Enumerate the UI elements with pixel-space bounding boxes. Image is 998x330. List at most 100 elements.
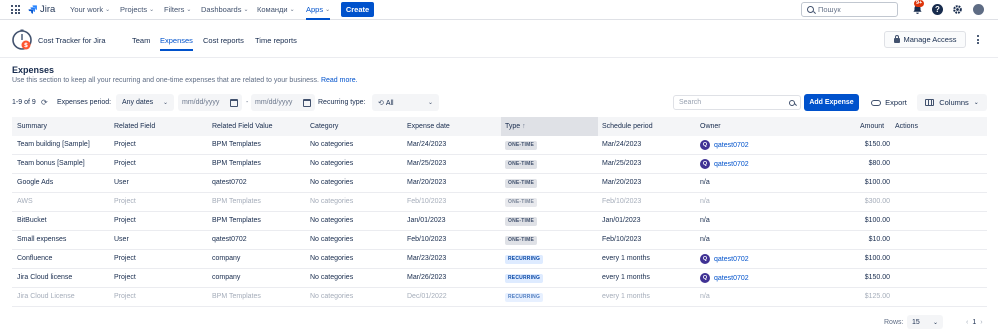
table-row[interactable]: BitBucket Project BPM Templates No categori…: [12, 212, 987, 231]
cell-owner[interactable]: Qqatest0702: [700, 254, 749, 264]
nav-projects[interactable]: Projects ⌄: [120, 5, 154, 14]
table-row[interactable]: Confluence Project company No categories Mar…: [12, 250, 987, 269]
user-avatar[interactable]: [973, 4, 984, 15]
app-switcher-icon[interactable]: [11, 5, 20, 14]
cell-schedule-period: every 1 months: [602, 255, 650, 262]
read-more-link[interactable]: Read more.: [321, 77, 358, 84]
header-actions: Actions: [895, 123, 918, 130]
svg-text:$: $: [24, 42, 28, 49]
table-row[interactable]: Jira Cloud License Project BPM Templates No…: [12, 288, 987, 307]
next-page-icon[interactable]: ›: [980, 319, 982, 326]
more-options-icon[interactable]: [972, 32, 984, 47]
header-amount[interactable]: Amount: [860, 123, 884, 130]
owner-name: qatest0702: [714, 160, 749, 168]
table-row[interactable]: Jira Cloud license Project company No categ…: [12, 269, 987, 288]
settings-gear-icon[interactable]: [952, 4, 963, 15]
expenses-table: Summary Related Field Related Field Valu…: [12, 117, 987, 307]
jira-logo[interactable]: Jira: [28, 4, 55, 15]
table-row[interactable]: Team bonus [Sample] Project BPM Templates N…: [12, 155, 987, 174]
sort-ascending-icon: ↑: [522, 123, 526, 130]
tab-cost-reports[interactable]: Cost reports: [203, 36, 244, 45]
tab-time-reports[interactable]: Time reports: [255, 36, 297, 45]
global-search-input[interactable]: Пошук: [801, 2, 898, 17]
calendar-icon: [230, 98, 238, 107]
owner-name: n/a: [700, 293, 710, 300]
header-category[interactable]: Category: [310, 123, 338, 130]
table-row[interactable]: Small expenses User qatest0702 No categorie…: [12, 231, 987, 250]
cell-related-field: Project: [114, 141, 136, 148]
owner-name: n/a: [700, 198, 710, 205]
owner-avatar: Q: [700, 159, 710, 169]
cell-owner[interactable]: Qqatest0702: [700, 159, 749, 169]
cell-owner[interactable]: Qqatest0702: [700, 140, 749, 150]
header-related-field[interactable]: Related Field: [114, 123, 155, 130]
nav-filters[interactable]: Filters ⌄: [164, 5, 191, 14]
cell-expense-date: Feb/10/2023: [407, 236, 447, 243]
expenses-period-select[interactable]: Any dates ⌄: [116, 94, 174, 111]
cell-schedule-period: Jan/01/2023: [602, 217, 641, 224]
cell-category: No categories: [310, 198, 354, 205]
date-from-input[interactable]: mm/dd/yyyy: [178, 94, 242, 111]
date-to-input[interactable]: mm/dd/yyyy: [251, 94, 315, 111]
create-button[interactable]: Create: [341, 2, 374, 17]
current-page[interactable]: 1: [972, 319, 976, 326]
prev-page-icon[interactable]: ‹: [966, 319, 968, 326]
tab-team[interactable]: Team: [132, 36, 150, 45]
export-button[interactable]: Export: [864, 94, 914, 111]
nav-apps[interactable]: Apps ⌄: [306, 5, 331, 20]
cell-related-field-value: company: [212, 274, 241, 281]
refresh-icon[interactable]: ⟳: [41, 98, 48, 107]
cell-related-field-value: qatest0702: [212, 236, 247, 243]
columns-icon: [925, 99, 935, 106]
owner-name: qatest0702: [714, 141, 749, 149]
header-summary[interactable]: Summary: [17, 123, 47, 130]
cell-owner: n/a: [700, 217, 710, 224]
manage-access-button[interactable]: Manage Access: [884, 31, 966, 48]
cell-amount: $10.00: [868, 236, 890, 243]
chevron-down-icon: ⌄: [932, 319, 938, 326]
table-row[interactable]: Google Ads User qatest0702 No categories Mar…: [12, 174, 987, 193]
cell-owner: n/a: [700, 236, 710, 243]
cell-related-field-value: BPM Templates: [212, 198, 261, 205]
type-lozenge: ONE-TIME: [505, 236, 538, 245]
type-lozenge: RECURRING: [505, 274, 544, 283]
help-icon[interactable]: ?: [932, 4, 943, 15]
cell-owner[interactable]: Qqatest0702: [700, 273, 749, 283]
cell-summary: Small expenses: [17, 236, 67, 243]
cell-summary: Team building [Sample]: [17, 141, 90, 148]
cell-owner: n/a: [700, 179, 710, 186]
cell-related-field-value: qatest0702: [212, 179, 247, 186]
owner-name: n/a: [700, 179, 710, 186]
tab-expenses[interactable]: Expenses: [160, 36, 193, 51]
cell-owner: n/a: [700, 198, 710, 205]
cell-amount: $300.00: [864, 198, 890, 205]
header-divider: [0, 57, 998, 58]
nav-your-work[interactable]: Your work ⌄: [70, 5, 110, 14]
cell-related-field: Project: [114, 198, 136, 205]
add-expense-button[interactable]: Add Expense: [804, 94, 859, 111]
columns-button[interactable]: Columns ⌄: [917, 94, 987, 111]
global-search-placeholder: Пошук: [818, 5, 841, 14]
expenses-period-value: Any dates: [122, 99, 154, 106]
nav-dashboards[interactable]: Dashboards ⌄: [201, 5, 248, 14]
header-type-label: Type: [505, 123, 521, 130]
search-icon: [807, 6, 814, 13]
header-expense-date[interactable]: Expense date: [407, 123, 450, 130]
header-schedule-period[interactable]: Schedule period: [602, 123, 653, 130]
page-title: Expenses: [12, 65, 55, 75]
table-row[interactable]: AWS Project BPM Templates No categories Feb/…: [12, 193, 987, 212]
table-search-input[interactable]: Search: [673, 95, 801, 110]
app-name: Cost Tracker for Jira: [38, 36, 106, 45]
owner-name: qatest0702: [714, 274, 749, 282]
recurring-type-select[interactable]: ⟲ All ⌄: [372, 94, 439, 111]
table-row[interactable]: Team building [Sample] Project BPM Templat…: [12, 136, 987, 155]
header-type[interactable]: Type ↑: [501, 117, 598, 136]
cell-schedule-period: Feb/10/2023: [602, 236, 642, 243]
cell-related-field: Project: [114, 274, 136, 281]
header-related-field-value[interactable]: Related Field Value: [212, 123, 273, 130]
nav-teams[interactable]: Команди ⌄: [257, 5, 295, 14]
chevron-down-icon: ⌄: [186, 7, 192, 13]
rows-per-page-select[interactable]: 15 ⌄: [907, 315, 943, 329]
date-from-placeholder: mm/dd/yyyy: [182, 99, 220, 106]
header-owner[interactable]: Owner: [700, 123, 721, 130]
